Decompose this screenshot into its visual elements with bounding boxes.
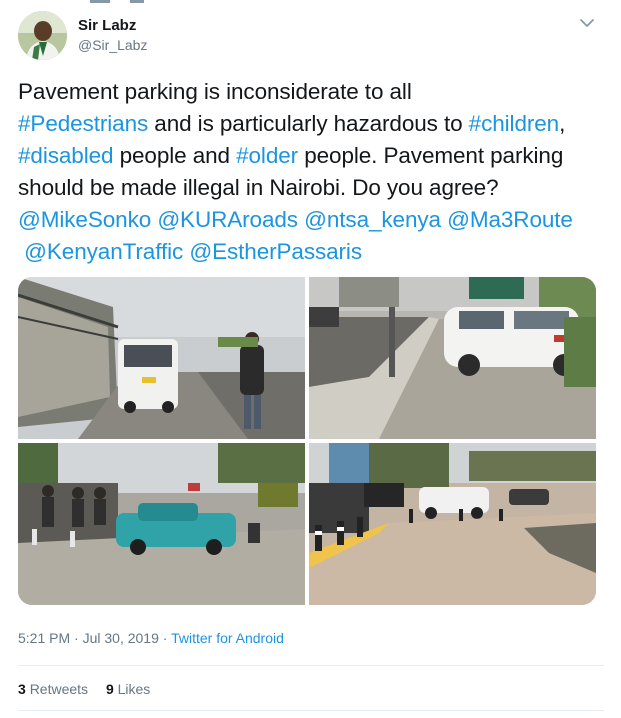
tweet-text-segment: Pavement parking is inconsiderate to all — [18, 79, 412, 104]
timestamp[interactable]: 5:21 PM · Jul 30, 2019 — [18, 630, 159, 646]
previous-tweet-fragment — [90, 0, 144, 3]
source-link[interactable]: Twitter for Android — [171, 630, 284, 646]
tweet-text-segment: people and — [113, 143, 237, 168]
hashtag-pedestrians-link[interactable]: #Pedestrians — [18, 111, 148, 136]
likes-stat[interactable]: 9 Likes — [106, 681, 150, 697]
divider — [18, 665, 604, 666]
avatar[interactable] — [18, 11, 67, 60]
photo-2[interactable] — [309, 277, 596, 439]
tweet-line-5: @MikeSonko @KURAroads @ntsa_kenya @Ma3Ro… — [18, 204, 608, 236]
tweet-line-4: should be made illegal in Nairobi. Do yo… — [18, 172, 608, 204]
photo-3[interactable] — [18, 443, 305, 605]
photo-bollards — [309, 443, 596, 605]
mention-estherpassaris-link[interactable]: @EstherPassaris — [189, 239, 362, 264]
avatar-image — [18, 11, 67, 60]
tweet-text-segment: and is particularly hazardous to — [148, 111, 469, 136]
media-grid — [18, 277, 596, 605]
photo-teal-car — [18, 443, 305, 605]
likes-count: 9 — [105, 681, 114, 697]
engagement-stats: 3 Retweets 9 Likes — [18, 681, 164, 697]
meta-separator: · — [158, 630, 172, 646]
retweets-label: Retweets — [29, 681, 89, 697]
display-name[interactable]: Sir Labz — [78, 17, 136, 34]
user-handle[interactable]: @Sir_Labz — [78, 37, 147, 53]
likes-label: Likes — [117, 681, 151, 697]
mention-mikesonko-link[interactable]: @MikeSonko — [18, 207, 151, 232]
chevron-down-icon[interactable] — [577, 15, 597, 31]
photo-white-car — [309, 277, 596, 439]
tweet-text-segment: should be made illegal in Nairobi. Do yo… — [18, 175, 499, 200]
photo-4[interactable] — [309, 443, 596, 605]
retweets-stat[interactable]: 3 Retweets — [18, 681, 88, 697]
retweets-count: 3 — [18, 681, 26, 697]
hashtag-older-link[interactable]: #older — [236, 143, 298, 168]
tweet-meta: 5:21 PM · Jul 30, 2019 · Twitter for And… — [18, 630, 284, 646]
tweet-line-2: #Pedestrians and is particularly hazardo… — [18, 108, 608, 140]
tweet-text: Pavement parking is inconsiderate to all… — [18, 76, 608, 268]
mention-kuraroads-link[interactable]: @KURAroads — [157, 207, 298, 232]
hashtag-disabled-link[interactable]: #disabled — [18, 143, 114, 168]
tweet-card: Sir Labz @Sir_Labz Pavement parking is i… — [0, 0, 621, 718]
tweet-line-6: @KenyanTraffic @EstherPassaris — [18, 236, 608, 268]
photo-1[interactable] — [18, 277, 305, 439]
mention-ntsa-kenya-link[interactable]: @ntsa_kenya — [304, 207, 441, 232]
divider — [18, 710, 604, 711]
photo-pavement-van — [18, 277, 305, 439]
tweet-text-segment: people. Pavement parking — [298, 143, 564, 168]
tweet-text-segment: , — [559, 111, 566, 136]
tweet-line-1: Pavement parking is inconsiderate to all — [18, 76, 608, 108]
mention-kenyantraffic-link[interactable]: @KenyanTraffic — [24, 239, 183, 264]
mention-ma3route-link[interactable]: @Ma3Route — [447, 207, 573, 232]
tweet-line-3: #disabled people and #older people. Pave… — [18, 140, 608, 172]
hashtag-children-link[interactable]: #children — [469, 111, 560, 136]
